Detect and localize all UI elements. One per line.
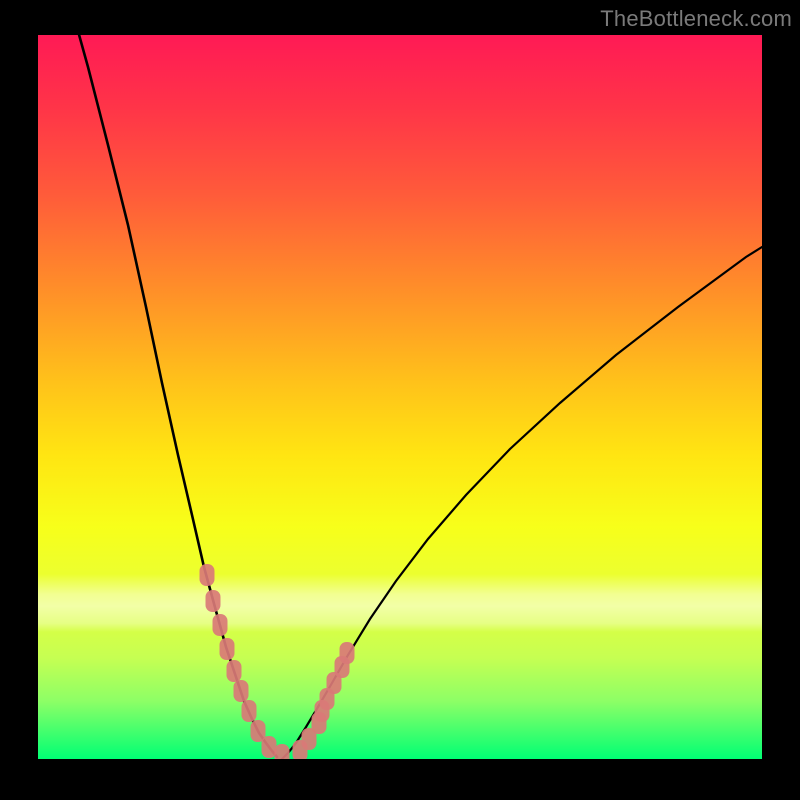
marker-dot [234,680,249,702]
curve-right-branch [282,247,762,759]
marker-dot [220,638,235,660]
watermark-text: TheBottleneck.com [600,6,792,32]
chart-svg [38,35,762,759]
marker-dot [275,744,290,759]
curve-left-branch [68,35,277,757]
plot-area [38,35,762,759]
marker-dot [206,590,221,612]
marker-dot [227,660,242,682]
marker-dot [213,614,228,636]
chart-frame: TheBottleneck.com [0,0,800,800]
marker-dot [242,700,257,722]
marker-dot [200,564,215,586]
data-markers [200,564,355,759]
marker-dot [262,736,277,758]
marker-dot [340,642,355,664]
